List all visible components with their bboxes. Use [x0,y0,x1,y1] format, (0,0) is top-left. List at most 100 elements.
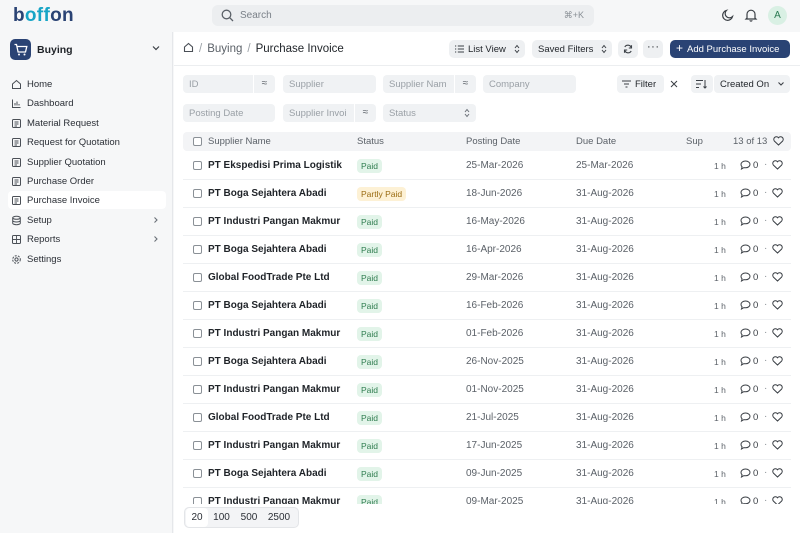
table-row[interactable]: PT Boga Sejahtera Abadi Paid 09-Jun-2025 31… [183,460,791,488]
table-row[interactable]: PT Ekspedisi Prima Logistik Paid 25-Mar-20… [183,152,791,180]
refresh-button[interactable] [618,40,638,58]
supplier-name-cell[interactable]: PT Boga Sejahtera Abadi [208,300,327,311]
heart-icon[interactable] [772,216,783,229]
comment-icon[interactable] [740,300,751,313]
row-checkbox[interactable] [193,385,202,394]
heart-icon[interactable] [772,300,783,313]
table-row[interactable]: PT Industri Pangan Makmur Paid 16-May-2026… [183,208,791,236]
sidebar-item-dashboard[interactable]: Dashboard [8,94,166,112]
supplier-invoice-filter[interactable]: Supplier Invoi ≈ [283,104,376,122]
sidebar-item-purchase-invoice[interactable]: Purchase Invoice [8,191,166,210]
row-checkbox[interactable] [193,245,202,254]
page-size-2500[interactable]: 2500 [263,508,295,527]
table-row[interactable]: PT Boga Sejahtera Abadi Partly Paid 18-Jun… [183,180,791,208]
supplier-name-cell[interactable]: PT Industri Pangan Makmur [208,496,340,504]
heart-icon[interactable] [772,160,783,173]
id-filter[interactable]: ID ≈ [183,75,275,93]
table-row[interactable]: Global FoodTrade Pte Ltd Paid 29-Mar-2026 3… [183,264,791,292]
row-checkbox[interactable] [193,329,202,338]
row-checkbox[interactable] [193,217,202,226]
heart-icon[interactable] [772,356,783,369]
supplier-name-cell[interactable]: PT Industri Pangan Makmur [208,328,340,339]
workspace-switcher[interactable]: Buying [9,38,165,60]
sidebar-item-settings[interactable]: Settings [8,250,166,268]
sidebar-item-purchase-order[interactable]: Purchase Order [8,172,166,190]
heart-icon[interactable] [772,468,783,481]
column-due-date[interactable]: Due Date [576,136,616,147]
column-posting-date[interactable]: Posting Date [466,136,520,147]
comment-icon[interactable] [740,496,751,504]
heart-icon[interactable] [772,188,783,201]
approx-icon[interactable]: ≈ [253,75,275,93]
supplier-name-cell[interactable]: PT Industri Pangan Makmur [208,440,340,451]
row-checkbox[interactable] [193,497,202,504]
row-checkbox[interactable] [193,161,202,170]
comment-icon[interactable] [740,272,751,285]
comment-icon[interactable] [740,216,751,229]
supplier-name-filter[interactable]: Supplier Nam ≈ [383,75,476,93]
sort-field-select[interactable]: Created On [714,75,790,93]
approx-icon[interactable]: ≈ [454,75,476,93]
row-checkbox[interactable] [193,273,202,282]
table-row[interactable]: PT Industri Pangan Makmur Paid 17-Jun-2025… [183,432,791,460]
heart-icon[interactable] [772,328,783,341]
table-row[interactable]: Global FoodTrade Pte Ltd Paid 21-Jul-2025 3… [183,404,791,432]
supplier-filter[interactable]: Supplier [283,75,376,93]
supplier-name-cell[interactable]: Global FoodTrade Pte Ltd [208,272,330,283]
add-purchase-invoice-button[interactable]: + Add Purchase Invoice [670,40,790,58]
breadcrumb-home-icon[interactable] [183,42,194,56]
moon-icon[interactable] [721,8,735,25]
comment-icon[interactable] [740,440,751,453]
comment-icon[interactable] [740,244,751,257]
approx-icon[interactable]: ≈ [354,104,376,122]
heart-icon[interactable] [772,272,783,285]
select-all-checkbox[interactable] [193,137,202,146]
sidebar-item-request-for-quotation[interactable]: Request for Quotation [8,133,166,151]
heart-icon[interactable] [772,440,783,453]
page-size-100[interactable]: 100 [208,508,235,527]
supplier-name-cell[interactable]: PT Boga Sejahtera Abadi [208,356,327,367]
more-button[interactable]: ··· [643,40,663,58]
sidebar-item-supplier-quotation[interactable]: Supplier Quotation [8,153,166,171]
supplier-name-cell[interactable]: PT Industri Pangan Makmur [208,216,340,227]
row-checkbox[interactable] [193,469,202,478]
page-size-20[interactable]: 20 [186,508,208,527]
sort-direction-button[interactable] [691,75,713,93]
heart-icon[interactable] [773,136,784,149]
heart-icon[interactable] [772,244,783,257]
comment-icon[interactable] [740,356,751,369]
supplier-name-cell[interactable]: PT Boga Sejahtera Abadi [208,468,327,479]
breadcrumb-parent[interactable]: Buying [207,43,242,55]
column-sup[interactable]: Sup [686,136,703,147]
company-filter[interactable]: Company [483,75,576,93]
clear-filter-icon[interactable] [670,80,678,91]
comment-icon[interactable] [740,384,751,397]
supplier-name-cell[interactable]: PT Industri Pangan Makmur [208,384,340,395]
supplier-name-cell[interactable]: Global FoodTrade Pte Ltd [208,412,330,423]
page-size-500[interactable]: 500 [235,508,263,527]
row-checkbox[interactable] [193,357,202,366]
comment-icon[interactable] [740,328,751,341]
table-row[interactable]: PT Industri Pangan Makmur Paid 09-Mar-2025… [183,488,791,504]
bell-icon[interactable] [744,8,758,25]
supplier-name-cell[interactable]: PT Boga Sejahtera Abadi [208,244,327,255]
row-checkbox[interactable] [193,413,202,422]
status-filter[interactable]: Status [383,104,476,122]
supplier-name-cell[interactable]: PT Ekspedisi Prima Logistik [208,160,342,171]
row-checkbox[interactable] [193,441,202,450]
column-status[interactable]: Status [357,136,384,147]
search-bar[interactable]: Search ⌘+K [212,5,594,26]
comment-icon[interactable] [740,412,751,425]
saved-filters-select[interactable]: Saved Filters [532,40,612,58]
sidebar-item-reports[interactable]: Reports [8,230,166,248]
heart-icon[interactable] [772,412,783,425]
column-supplier-name[interactable]: Supplier Name [208,136,271,147]
app-logo[interactable]: boffon [13,5,74,27]
row-checkbox[interactable] [193,301,202,310]
heart-icon[interactable] [772,496,783,504]
table-row[interactable]: PT Industri Pangan Makmur Paid 01-Feb-2026… [183,320,791,348]
comment-icon[interactable] [740,188,751,201]
filter-button[interactable]: Filter [617,75,664,93]
supplier-name-cell[interactable]: PT Boga Sejahtera Abadi [208,188,327,199]
avatar[interactable]: A [768,6,787,25]
